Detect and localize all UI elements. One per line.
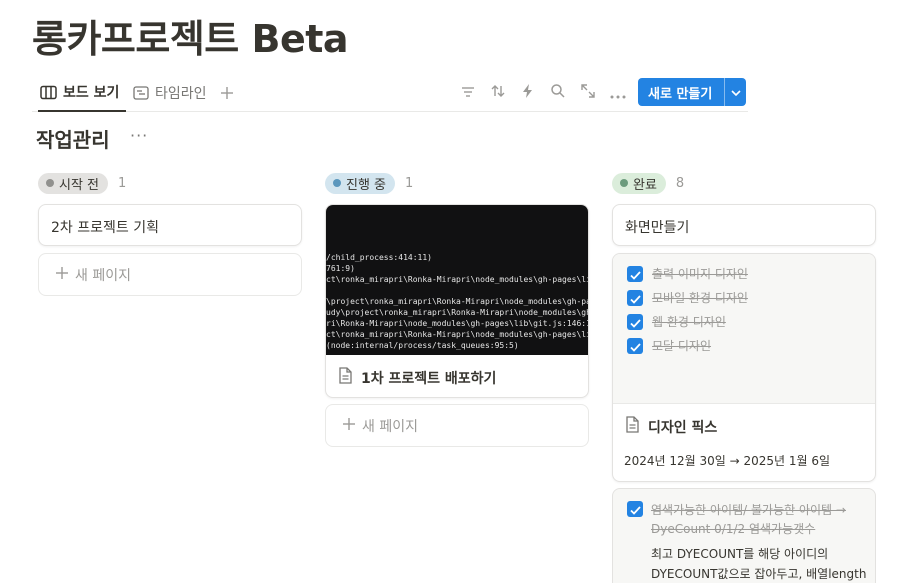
board-card[interactable]: 2차 프로젝트 기획 xyxy=(38,204,302,246)
checklist-text: 웹 환경 디자인 xyxy=(652,315,726,329)
card-title: 화면만들기 xyxy=(625,220,690,236)
status-pill[interactable]: 완료 xyxy=(612,172,666,194)
board-card[interactable]: 화면만들기 xyxy=(612,204,876,246)
database-title[interactable]: 작업관리 xyxy=(36,124,110,153)
more-icon xyxy=(610,84,626,103)
card-title-row: 디자인 픽스 xyxy=(625,416,717,437)
checklist-item: 웹 환경 디자인 xyxy=(627,314,875,331)
database-more-button[interactable]: ··· xyxy=(130,126,148,145)
timeline-icon xyxy=(133,86,149,100)
board-icon xyxy=(40,85,57,100)
column-header-in-progress: 진행 중 1 xyxy=(325,172,413,194)
checklist-text: 출력 이미지 디자인 xyxy=(652,267,748,281)
check-icon xyxy=(629,337,641,356)
card-description: 최고 DYECOUNT를 해당 아이디의 DYECOUNT값으로 잡아두고, 배… xyxy=(651,547,867,581)
plus-icon xyxy=(220,86,234,100)
cover-text-line: udy\project\ronka_mirapri\Ronka-Mirapri\… xyxy=(326,308,588,317)
filter-icon xyxy=(460,84,476,103)
cover-text-line: /child_process:414:11) xyxy=(326,253,432,262)
new-button-label: 새로 만들기 xyxy=(648,86,713,102)
check-icon xyxy=(629,289,641,308)
status-dot xyxy=(333,179,341,187)
board-card[interactable]: /child_process:414:11) 761:9) ct\ronka_m… xyxy=(325,204,589,398)
card-title: 2차 프로젝트 기획 xyxy=(51,220,159,236)
card-date-range: 2024년 12월 30일 → 2025년 1월 6일 xyxy=(624,454,831,468)
page-icon xyxy=(338,367,352,388)
card-title: 디자인 픽스 xyxy=(648,419,718,436)
card-cover-image: /child_process:414:11) 761:9) ct\ronka_m… xyxy=(326,205,588,355)
view-bar: 보드 보기 타임라인 새로 만들기 xyxy=(32,74,748,112)
sort-icon xyxy=(490,83,506,103)
status-dot xyxy=(46,179,54,187)
cover-text-line: ri\Ronka-Mirapri\node_modules\gh-pages\l… xyxy=(326,319,588,328)
status-label: 완료 xyxy=(633,177,657,193)
new-button-dropdown[interactable] xyxy=(725,78,746,106)
checkbox[interactable] xyxy=(627,266,643,282)
expand-button[interactable] xyxy=(578,83,598,103)
column-header-not-started: 시작 전 1 xyxy=(38,172,126,194)
new-page-label: 새 페이지 xyxy=(75,267,131,284)
column-header-done: 완료 8 xyxy=(612,172,684,194)
checklist-text: 모달 디자인 xyxy=(652,339,712,353)
checklist-text: 염색가능한 아이템/ 불가능한 아이템 → DyeCount 0/1/2 염색가… xyxy=(651,503,846,536)
new-page-label: 새 페이지 xyxy=(362,418,418,435)
search-button[interactable] xyxy=(548,83,568,103)
board-card[interactable]: 출력 이미지 디자인 모바일 환경 디자인 웹 환경 디자인 모달 디자인 디자… xyxy=(612,253,876,482)
more-options-button[interactable] xyxy=(608,83,628,103)
cover-text-line: \project\ronka_mirapri\Ronka-Mirapri\nod… xyxy=(326,297,588,306)
plus-icon xyxy=(342,417,356,435)
plus-icon xyxy=(55,266,69,284)
tab-timeline[interactable]: 타임라인 xyxy=(133,74,207,112)
sort-button[interactable] xyxy=(488,83,508,103)
checklist-item: 모바일 환경 디자인 xyxy=(627,290,875,307)
check-icon xyxy=(629,500,641,519)
chevron-down-icon xyxy=(730,85,741,100)
expand-icon xyxy=(580,83,596,103)
cover-text-line: ct\ronka_mirapri\Ronka-Mirapri\node_modu… xyxy=(326,275,588,284)
check-icon xyxy=(629,313,641,332)
tab-label: 보드 보기 xyxy=(63,85,120,101)
tab-board-view[interactable]: 보드 보기 xyxy=(38,74,126,112)
checklist-item: 모달 디자인 xyxy=(627,338,875,355)
tab-label: 타임라인 xyxy=(155,86,207,102)
checkbox[interactable] xyxy=(627,314,643,330)
checklist-item: 출력 이미지 디자인 xyxy=(627,266,875,283)
automation-button[interactable] xyxy=(518,83,538,103)
cover-text-line: ct\ronka_mirapri\Ronka-Mirapri\node_modu… xyxy=(326,330,588,339)
card-title: 1차 프로젝트 배포하기 xyxy=(361,370,497,387)
automation-icon xyxy=(521,83,535,103)
add-view-button[interactable] xyxy=(220,74,234,112)
board-card[interactable]: 염색가능한 아이템/ 불가능한 아이템 → DyeCount 0/1/2 염색가… xyxy=(612,488,876,583)
status-label: 시작 전 xyxy=(59,177,100,193)
status-label: 진행 중 xyxy=(346,177,387,193)
status-dot xyxy=(620,179,628,187)
checklist-text: 모바일 환경 디자인 xyxy=(652,291,748,305)
page-title: 롱카프로젝트 Beta xyxy=(32,17,349,61)
new-page-button[interactable]: 새 페이지 xyxy=(38,253,302,296)
new-page-button[interactable]: 새 페이지 xyxy=(325,404,589,447)
cover-text-line: 761:9) xyxy=(326,264,355,273)
card-checklist: 출력 이미지 디자인 모바일 환경 디자인 웹 환경 디자인 모달 디자인 xyxy=(613,254,875,404)
search-icon xyxy=(550,83,566,103)
new-button[interactable]: 새로 만들기 xyxy=(638,78,746,106)
status-pill[interactable]: 시작 전 xyxy=(38,172,109,194)
column-count: 1 xyxy=(118,175,127,191)
checkbox[interactable] xyxy=(627,338,643,354)
page-icon xyxy=(625,416,639,437)
check-icon xyxy=(629,265,641,284)
status-pill[interactable]: 진행 중 xyxy=(325,172,396,194)
column-count: 1 xyxy=(405,175,414,191)
column-count: 8 xyxy=(675,175,685,191)
cover-text-line: (node:internal/process/task_queues:95:5) xyxy=(326,341,519,350)
checkbox[interactable] xyxy=(627,290,643,306)
checkbox[interactable] xyxy=(627,501,643,517)
card-title-row: 1차 프로젝트 배포하기 xyxy=(338,367,496,388)
filter-button[interactable] xyxy=(458,83,478,103)
